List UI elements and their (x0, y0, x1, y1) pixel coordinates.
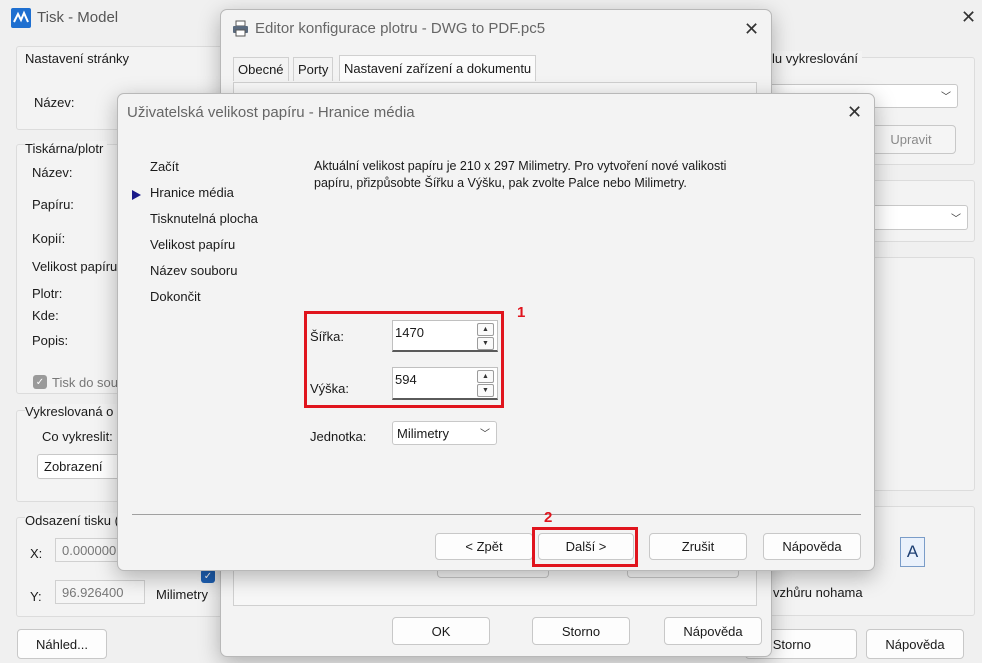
what-to-plot-label: Co vykreslit: (42, 429, 113, 444)
chevron-down-icon: ﹀ (941, 91, 951, 103)
page-setup-title: Nastavení stránky (25, 51, 130, 66)
paper-size-label: Velikost papíru (32, 259, 118, 274)
current-step-arrow-icon (132, 190, 141, 200)
wizard-step-finish: Dokončit (150, 289, 201, 304)
back-button[interactable]: < Zpět (435, 533, 533, 560)
chevron-down-icon: ﹀ (480, 428, 490, 440)
offset-y-label: Y: (30, 589, 42, 604)
main-window-title: Tisk - Model (37, 9, 119, 26)
landscape-orientation-icon: A (900, 537, 925, 567)
wizard-step-printable-area: Tisknutelná plocha (150, 211, 258, 226)
plotter-cancel-button[interactable]: Storno (532, 617, 630, 645)
wizard-title: Uživatelská velikost papíru - Hranice mé… (127, 104, 415, 121)
edit-button[interactable]: Upravit (866, 125, 956, 154)
unit-value: Milimetry (397, 425, 449, 441)
wizard-step-media-bounds: Hranice média (150, 185, 234, 200)
printer-name-label: Název: (32, 165, 73, 180)
where-label: Kde: (32, 308, 59, 323)
tab-general[interactable]: Obecné (233, 57, 289, 81)
printer-group-title: Tiskárna/plotr (25, 141, 108, 156)
plotter-editor-title: Editor konfigurace plotru - DWG to PDF.p… (255, 20, 546, 37)
main-cancel-label: Storno (772, 636, 811, 652)
printer-icon (232, 20, 249, 37)
annotation-marker-2: 2 (544, 509, 553, 526)
print-to-file-label: Tisk do sou (52, 375, 118, 390)
offset-x-label: X: (30, 546, 43, 561)
copies-label: Kopií: (32, 231, 66, 246)
offset-y-field[interactable]: 96.926400 (55, 580, 145, 604)
chevron-down-icon: ﹀ (951, 213, 961, 225)
wizard-description: Aktuální velikost papíru je 210 x 297 Mi… (314, 159, 727, 190)
plotter-tabs: Obecné Porty Nastavení zařízení a dokume… (233, 55, 761, 83)
wizard-step-paper-size: Velikost papíru (150, 237, 236, 252)
offset-unit-label: Milimetry (156, 587, 208, 602)
description-label: Popis: (32, 333, 69, 348)
wizard-separator (132, 514, 861, 515)
center-plot-checkbox[interactable]: ✓ (201, 569, 215, 583)
plotter-help-button[interactable]: Nápověda (664, 617, 762, 645)
plot-style-title: lu vykreslování (772, 51, 862, 66)
print-to-file-checkbox[interactable]: ✓ (33, 375, 47, 389)
unit-label: Jednotka: (310, 429, 367, 444)
annotation-box-2 (532, 527, 638, 567)
offset-y-value: 96.926400 (62, 584, 124, 600)
plotter-label: Plotr: (32, 286, 63, 301)
wizard-step-file-name: Název souboru (150, 263, 238, 278)
wizard-cancel-button[interactable]: Zrušit (649, 533, 747, 560)
main-help-button[interactable]: Nápověda (866, 629, 964, 659)
annotation-box-1 (304, 311, 504, 408)
preview-button[interactable]: Náhled... (17, 629, 107, 659)
main-close-icon[interactable]: ✕ (961, 8, 976, 26)
wizard-help-button[interactable]: Nápověda (763, 533, 861, 560)
offset-group-title: Odsazení tisku ( (25, 513, 123, 528)
unit-select[interactable]: Milimetry ﹀ (392, 421, 497, 445)
paper-label: Papíru: (32, 197, 74, 212)
upside-down-label: vzhůru nohama (773, 585, 863, 600)
what-to-plot-value: Zobrazení (44, 459, 103, 474)
offset-x-value: 0.000000 (62, 542, 117, 558)
page-setup-name-label: Název: (34, 95, 75, 110)
wizard-step-start: Začít (150, 159, 179, 174)
annotation-marker-1: 1 (517, 304, 526, 321)
plotter-editor-close-icon[interactable]: ✕ (744, 20, 759, 38)
orientation-icon-letter: A (906, 542, 919, 561)
plot-area-title: Vykreslovaná o (25, 404, 118, 419)
tab-ports[interactable]: Porty (293, 57, 334, 81)
tab-device-settings[interactable]: Nastavení zařízení a dokumentu (339, 55, 537, 81)
plotter-ok-button[interactable]: OK (392, 617, 490, 645)
autocad-icon (11, 8, 31, 28)
wizard-close-icon[interactable]: ✕ (847, 103, 862, 121)
